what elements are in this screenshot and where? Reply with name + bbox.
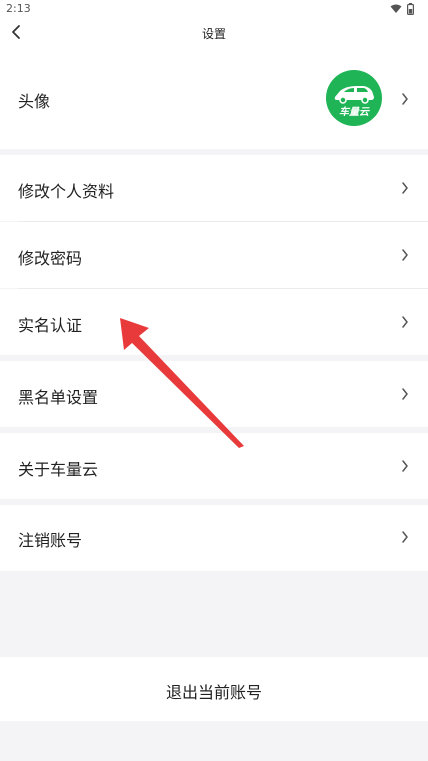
status-icons [390,3,414,15]
about-row[interactable]: 关于车量云 [0,433,428,499]
blacklist-settings-row[interactable]: 黑名单设置 [0,361,428,427]
battery-icon [407,3,414,15]
change-password-row[interactable]: 修改密码 [0,222,428,288]
real-name-auth-label: 实名认证 [18,316,83,335]
edit-profile-row[interactable]: 修改个人资料 [0,155,428,221]
avatar-row-label: 头像 [18,92,51,111]
change-password-label: 修改密码 [18,249,83,268]
about-label: 关于车量云 [18,460,99,479]
chevron-right-icon [402,460,408,472]
chevron-right-icon [402,316,408,328]
logout-button[interactable]: 退出当前账号 [0,657,428,721]
edit-profile-label: 修改个人资料 [18,182,115,201]
chevron-right-icon [402,388,408,400]
cancel-account-row[interactable]: 注销账号 [0,505,428,571]
status-bar: 2:13 [0,0,428,18]
chevron-right-icon [402,93,408,105]
chevron-right-icon [402,531,408,543]
status-time: 2:13 [6,2,31,15]
real-name-auth-row[interactable]: 实名认证 [0,289,428,355]
chevron-right-icon [402,249,408,261]
cancel-account-label: 注销账号 [18,531,83,550]
avatar-logo-text: 车量云 [339,107,369,118]
page-title: 设置 [201,27,226,41]
wifi-icon [390,4,402,13]
avatar[interactable]: 车量云 [326,70,382,126]
chevron-right-icon [402,182,408,194]
blacklist-settings-label: 黑名单设置 [18,388,99,407]
top-app-bar: 设置 [0,18,428,48]
logout-label: 退出当前账号 [165,683,262,702]
